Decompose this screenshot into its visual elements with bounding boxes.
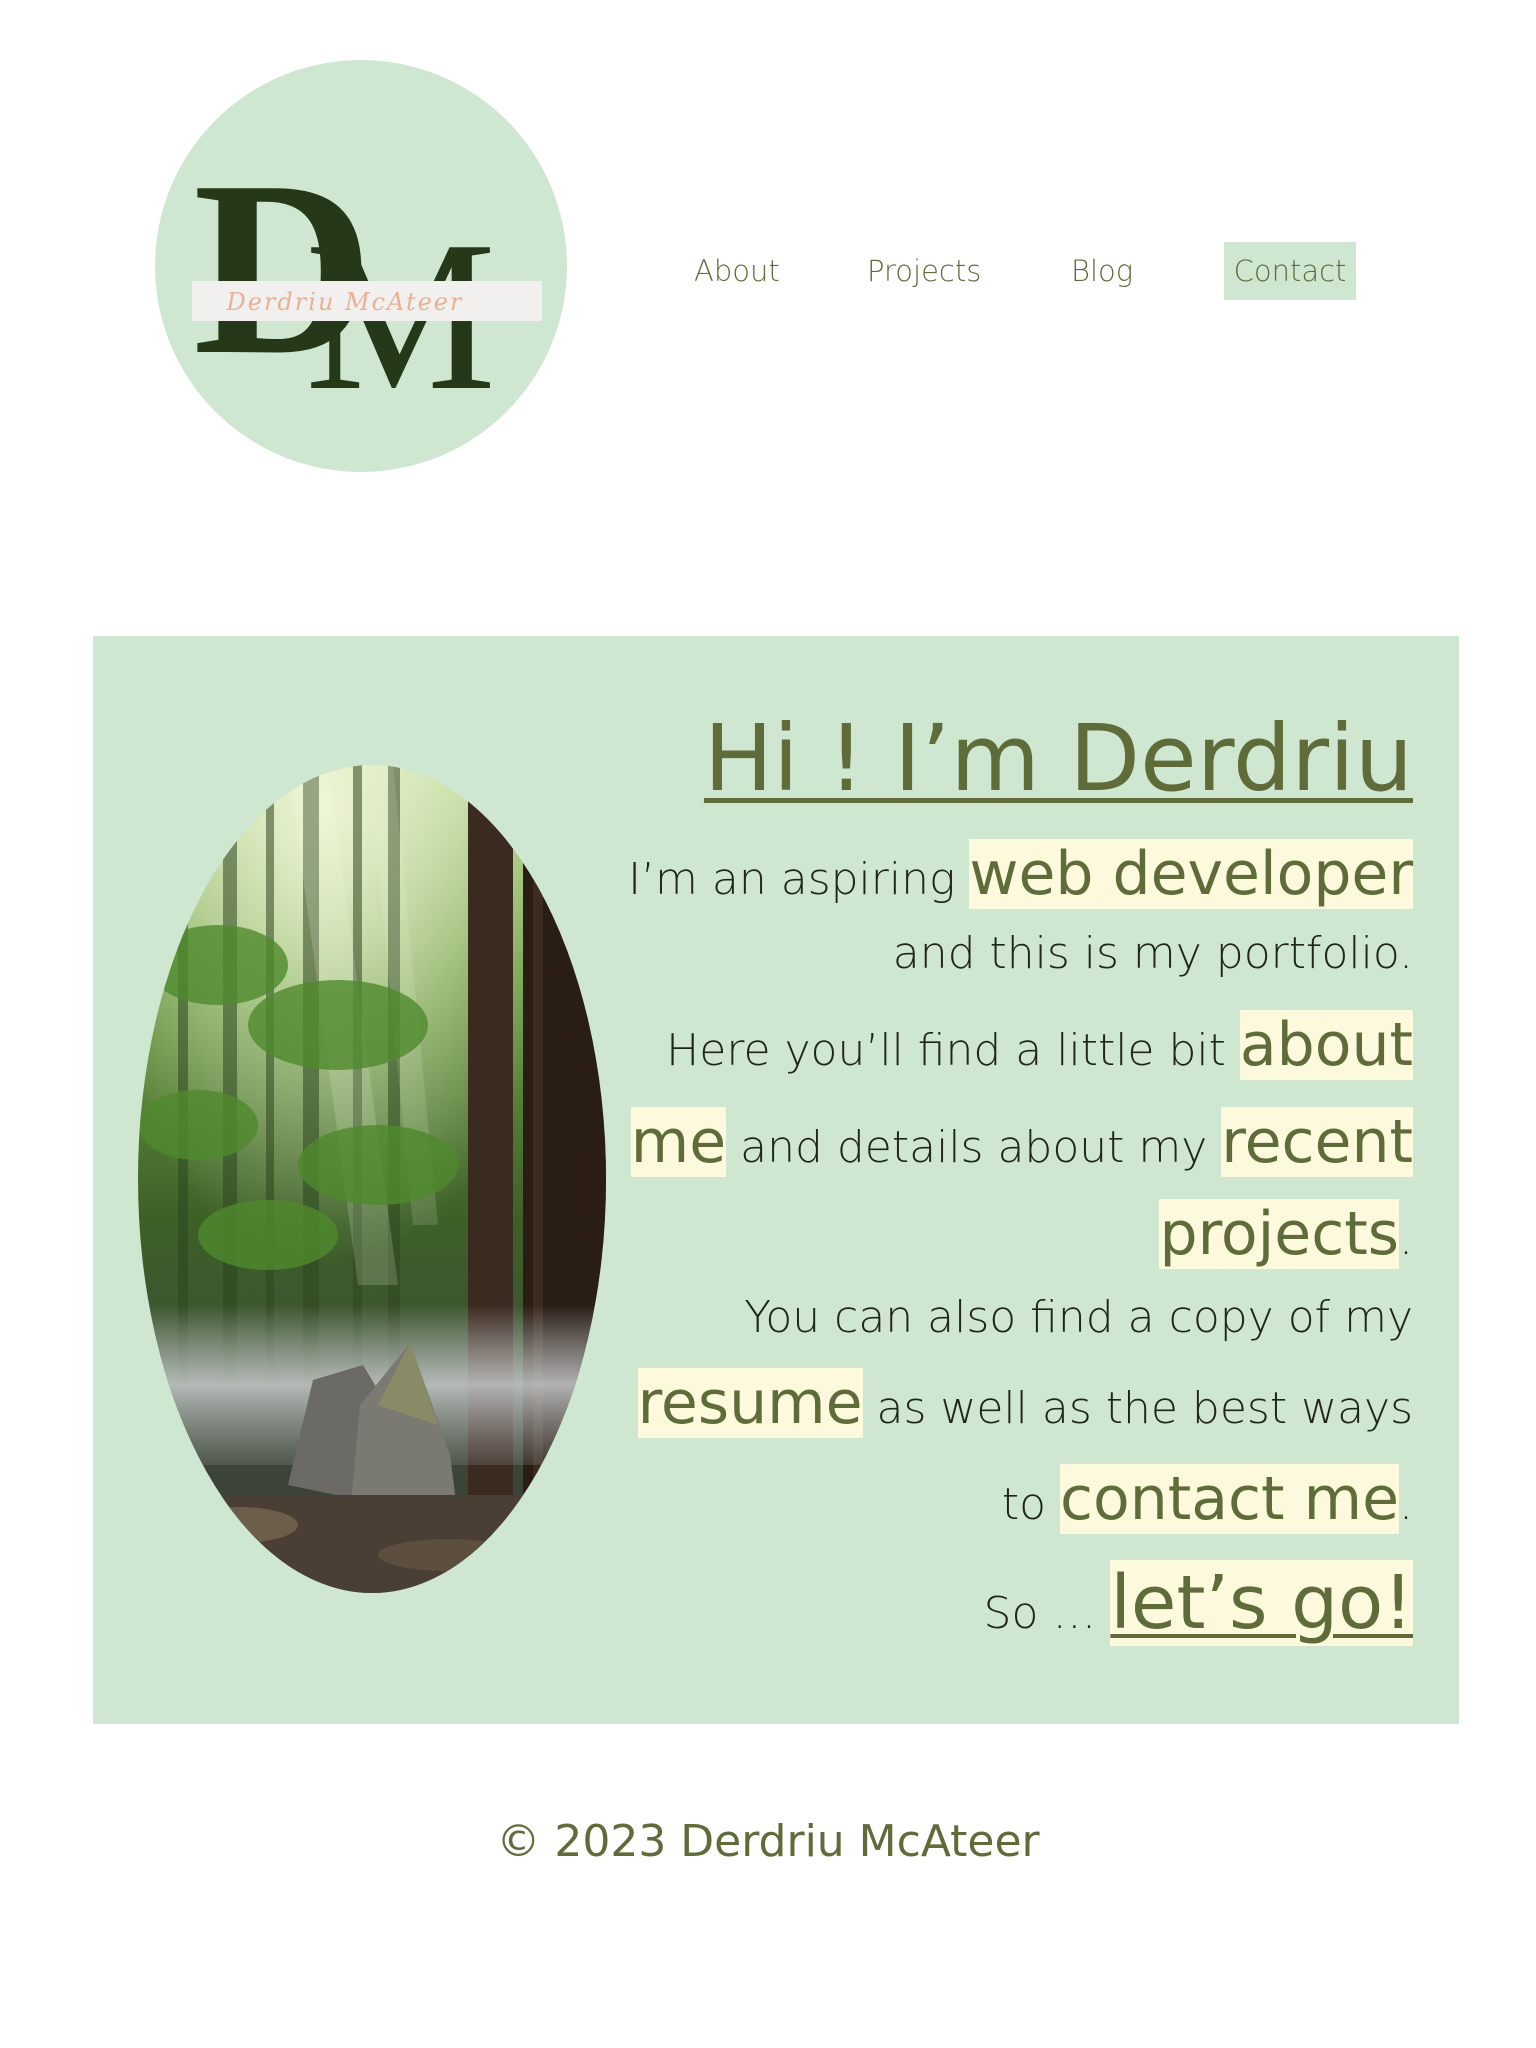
forest-photo: [138, 765, 606, 1593]
nav-projects[interactable]: Projects: [867, 242, 981, 300]
intro-text-2: and this is my portfolio.: [892, 928, 1413, 979]
intro-line-9: So … let’s go!: [613, 1548, 1413, 1658]
intro-line-7: resume as well as the best ways: [613, 1356, 1413, 1450]
intro-line-2: and this is my portfolio.: [613, 914, 1413, 994]
nav-blog[interactable]: Blog: [1071, 242, 1133, 300]
recent-projects-link-part2[interactable]: projects: [1159, 1199, 1399, 1269]
intro-line-8: to contact me.: [613, 1450, 1413, 1548]
intro-line-1: I’m an aspiring web developer: [613, 834, 1413, 914]
intro-text: I’m an aspiring web developer and this i…: [613, 834, 1413, 1658]
resume-link[interactable]: resume: [637, 1368, 863, 1438]
intro-text-7: to: [1001, 1479, 1061, 1530]
lets-go-link[interactable]: let’s go!: [1110, 1560, 1413, 1646]
intro-period-2: .: [1399, 1479, 1413, 1530]
nav-about[interactable]: About: [694, 242, 780, 300]
intro-line-3: Here you’ll find a little bit about: [613, 994, 1413, 1096]
intro-text-5: You can also find a copy of my: [744, 1292, 1413, 1343]
copyright-text: © 2023 Derdriu McAteer: [496, 1816, 1040, 1867]
about-me-link-part1[interactable]: about: [1239, 1010, 1413, 1080]
recent-projects-link-part1[interactable]: recent: [1221, 1107, 1413, 1177]
hero-title: Hi ! I’m Derdriu: [703, 705, 1413, 812]
intro-line-5: projects.: [613, 1188, 1413, 1280]
intro-period-1: .: [1399, 1214, 1413, 1265]
intro-text-8: So …: [983, 1588, 1111, 1639]
intro-text-3: Here you’ll find a little bit: [666, 1025, 1240, 1076]
intro-line-4: me and details about my recent: [613, 1096, 1413, 1188]
intro-text-6: as well as the best ways: [862, 1383, 1413, 1434]
contact-me-link[interactable]: contact me: [1060, 1464, 1399, 1534]
main-nav: About Projects Blog Contact: [0, 242, 1536, 300]
footer: © 2023 Derdriu McAteer: [0, 1812, 1536, 1872]
nav-contact[interactable]: Contact: [1224, 242, 1356, 300]
intro-text-1: I’m an aspiring: [628, 854, 970, 905]
hero-panel: Hi ! I’m Derdriu I’m an aspiring web dev…: [93, 636, 1459, 1724]
intro-line-6: You can also find a copy of my: [613, 1280, 1413, 1356]
web-developer-link[interactable]: web developer: [969, 839, 1413, 909]
intro-text-4: and details about my: [726, 1122, 1222, 1173]
about-me-link-part2[interactable]: me: [630, 1107, 727, 1177]
